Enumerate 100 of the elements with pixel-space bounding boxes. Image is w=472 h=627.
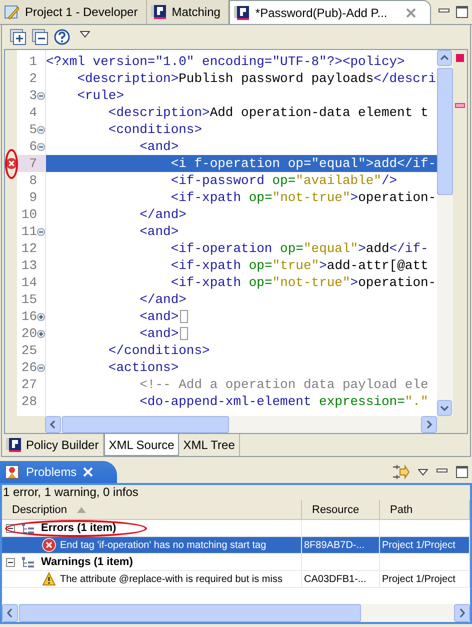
folded-block-icon[interactable] bbox=[180, 310, 188, 323]
code-line: <rule> bbox=[76, 87, 126, 104]
help-icon[interactable] bbox=[54, 29, 70, 45]
line-number: 4 bbox=[28, 105, 37, 120]
line-number: 12 bbox=[20, 241, 37, 256]
group-label: Warnings (1 item) bbox=[41, 556, 133, 568]
code-line: <if-xpath op="true">add-attr[@att bbox=[170, 257, 430, 274]
line-number: 9 bbox=[28, 190, 37, 205]
dropdown-icon[interactable] bbox=[418, 468, 428, 476]
filter-icon[interactable] bbox=[392, 464, 410, 480]
path-cell: Project 1/Project bbox=[380, 571, 470, 588]
line-number: 16 bbox=[20, 309, 37, 324]
vertical-scrollbar[interactable] bbox=[437, 50, 453, 416]
editor-page-tab[interactable]: Policy Builder bbox=[2, 434, 104, 456]
line-number: 7 bbox=[28, 156, 37, 171]
close-icon[interactable] bbox=[406, 8, 416, 18]
line-number: 15 bbox=[20, 292, 37, 307]
policy-icon bbox=[150, 4, 167, 20]
line-number: 1 bbox=[28, 54, 37, 69]
code-line: <and> bbox=[46, 325, 437, 342]
expand-icon[interactable] bbox=[37, 330, 45, 338]
code-line: <if-password op="available"/> bbox=[170, 172, 398, 189]
line-number: 13 bbox=[20, 258, 37, 273]
policy-icon bbox=[234, 4, 250, 20]
resource-cell: CA03DFB1-... bbox=[302, 571, 380, 588]
code-line: </and> bbox=[138, 206, 188, 223]
scroll-right-icon[interactable] bbox=[421, 416, 437, 433]
status-summary: 1 error, 1 warning, 0 infos bbox=[2, 485, 470, 500]
code-line: <and> bbox=[138, 138, 180, 155]
policy-icon bbox=[6, 437, 22, 453]
scroll-up-icon[interactable] bbox=[437, 50, 452, 66]
column-header[interactable]: Resource bbox=[302, 500, 380, 520]
problem-row[interactable]: The attribute @replace-with is required but is miss bbox=[2, 571, 302, 588]
code-line: <conditions> bbox=[107, 121, 204, 138]
code-line: <?xml version="1.0" encoding="UTF-8"?><policy> bbox=[46, 53, 406, 70]
line-number: 14 bbox=[20, 275, 37, 290]
editor-tab[interactable]: *Password(Pub)-Add P... bbox=[229, 0, 432, 24]
code-line: <if-xpath op="not-true">operation- bbox=[170, 274, 437, 291]
group-label: Errors (1 item) bbox=[41, 522, 116, 534]
code-line: <if-xpath op="not-true">operation- bbox=[170, 189, 437, 206]
code-line: <actions> bbox=[107, 359, 180, 376]
expand-icon[interactable] bbox=[37, 312, 45, 320]
code-line: <description>Add operation-data element t bbox=[107, 104, 430, 121]
maximize-icon[interactable] bbox=[456, 6, 468, 18]
line-number: 3 bbox=[28, 88, 37, 103]
code-line: <description>Publish password payloads</descri bbox=[76, 70, 437, 87]
collapse-icon[interactable] bbox=[37, 142, 45, 150]
error-marker-icon[interactable] bbox=[456, 54, 464, 62]
collapse-icon[interactable] bbox=[37, 126, 45, 134]
problem-row[interactable]: End tag 'if-operation' has no matching start tag bbox=[2, 537, 302, 554]
dropdown-icon[interactable] bbox=[80, 30, 90, 38]
line-number: 28 bbox=[20, 394, 37, 409]
line-number: 5 bbox=[28, 122, 37, 137]
folded-block-icon[interactable] bbox=[180, 327, 188, 340]
scroll-left-icon[interactable] bbox=[45, 416, 61, 433]
resource-cell: 8F89AB7D-... bbox=[302, 537, 380, 554]
code-line: </conditions> bbox=[107, 342, 211, 359]
scrollbar-thumb[interactable] bbox=[19, 604, 361, 622]
scroll-right-icon[interactable] bbox=[454, 604, 470, 622]
line-number: 10 bbox=[20, 207, 37, 222]
maximize-icon[interactable] bbox=[456, 466, 468, 478]
hierarchy-icon bbox=[21, 556, 35, 568]
problems-tab[interactable]: Problems bbox=[0, 461, 117, 483]
editor-page-tab[interactable]: XML Tree bbox=[179, 434, 240, 456]
editor-page-tab[interactable]: XML Source bbox=[104, 434, 180, 456]
collapse-icon[interactable] bbox=[37, 228, 45, 236]
annotation-marker-icon[interactable] bbox=[455, 103, 465, 108]
line-number: 2 bbox=[28, 71, 37, 86]
collapse-icon[interactable] bbox=[37, 92, 45, 100]
problems-icon bbox=[4, 464, 20, 480]
tree-group-row[interactable]: Warnings (1 item) bbox=[2, 554, 302, 571]
column-header[interactable]: Description bbox=[2, 500, 302, 520]
code-line: <and> bbox=[138, 223, 180, 240]
warning-icon bbox=[42, 572, 56, 586]
code-line: <!-- Add a operation data payload ele bbox=[138, 376, 430, 393]
column-header[interactable]: Path bbox=[380, 500, 470, 520]
scrollbar-thumb[interactable] bbox=[437, 68, 453, 195]
collapse-icon[interactable] bbox=[6, 558, 15, 566]
editor-tab[interactable]: Project 1 - Developer bbox=[0, 0, 147, 24]
expand-all-icon[interactable] bbox=[10, 29, 26, 45]
line-number: 8 bbox=[28, 173, 37, 188]
path-cell: Project 1/Project bbox=[380, 537, 470, 554]
code-line: <do-append-xml-element expression="." bbox=[138, 393, 430, 410]
line-number: 20 bbox=[20, 326, 37, 341]
problem-description: The attribute @replace-with is required but is miss bbox=[60, 574, 282, 584]
collapse-all-icon[interactable] bbox=[32, 29, 48, 45]
line-number: 6 bbox=[28, 139, 37, 154]
collapse-icon[interactable] bbox=[37, 364, 45, 372]
error-icon bbox=[42, 538, 56, 552]
line-number: 11 bbox=[20, 224, 37, 239]
line-number: 26 bbox=[20, 360, 37, 375]
horizontal-scrollbar[interactable] bbox=[45, 416, 437, 433]
code-line: <and> bbox=[46, 308, 437, 325]
line-number: 27 bbox=[20, 377, 37, 392]
scroll-left-icon[interactable] bbox=[2, 604, 18, 622]
horizontal-scrollbar[interactable] bbox=[2, 604, 470, 622]
scrollbar-thumb[interactable] bbox=[62, 416, 229, 433]
editor-tab[interactable]: Matching bbox=[146, 0, 230, 24]
view-title: Problems bbox=[26, 465, 77, 479]
scroll-down-icon[interactable] bbox=[437, 400, 452, 416]
